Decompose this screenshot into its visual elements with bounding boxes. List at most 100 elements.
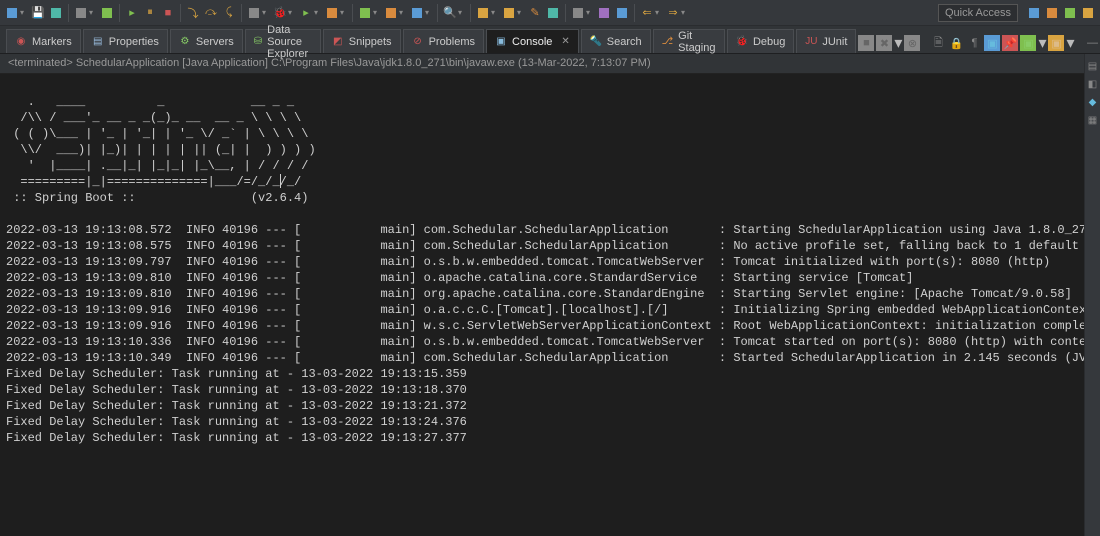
perspective-java-icon[interactable] xyxy=(1044,5,1060,21)
dropdown-icon[interactable]: ▾ xyxy=(458,8,466,17)
dropdown-icon[interactable]: ▾ xyxy=(1066,33,1074,53)
dropdown-icon[interactable]: ▾ xyxy=(314,8,322,17)
toggle-icon[interactable] xyxy=(73,5,89,21)
console-toolbar: ■ ✖▾ ⊗ 🗎 🔒 ¶ ▣ 📌 ▣▾ ▣▾ — ▢ xyxy=(858,33,1100,53)
save-icon[interactable]: 💾 xyxy=(30,5,46,21)
new-class-icon[interactable] xyxy=(357,5,373,21)
build-icon[interactable] xyxy=(99,5,115,21)
tab-debug[interactable]: 🐞 Debug xyxy=(727,29,794,53)
save-all-icon[interactable] xyxy=(48,5,64,21)
outline-icon[interactable]: ▤ xyxy=(1087,60,1099,72)
tab-label: Problems xyxy=(429,36,475,48)
external-tools-icon[interactable] xyxy=(324,5,340,21)
dropdown-icon[interactable]: ▾ xyxy=(288,8,296,17)
folder2-icon[interactable] xyxy=(501,5,517,21)
dropdown-icon[interactable]: ▾ xyxy=(340,8,348,17)
junit-icon: JU xyxy=(805,36,817,48)
debug-launch-icon[interactable]: 🐞 xyxy=(272,5,288,21)
tab-label: Data Source Explorer xyxy=(267,24,312,60)
suspend-icon[interactable]: ⏸ xyxy=(142,5,158,21)
dropdown-icon[interactable]: ▾ xyxy=(1038,33,1046,53)
pin-icon[interactable] xyxy=(596,5,612,21)
dropdown-icon[interactable]: ▾ xyxy=(681,8,689,17)
new-icon[interactable] xyxy=(4,5,20,21)
tab-problems[interactable]: ⊘Problems xyxy=(403,29,484,53)
step-over-icon[interactable]: ⤼ xyxy=(203,5,219,21)
right-trim: ▤ ◧ ◆ ▦ xyxy=(1084,54,1100,536)
servers-icon: ⚙ xyxy=(179,36,191,48)
run-launch-icon[interactable]: ▸ xyxy=(298,5,314,21)
dropdown-icon[interactable]: ▾ xyxy=(586,8,594,17)
tab-properties[interactable]: ▤ Properties xyxy=(83,29,168,53)
tab-label: JUnit xyxy=(822,36,847,48)
dropdown-icon[interactable]: ▾ xyxy=(517,8,525,17)
properties-icon: ▤ xyxy=(92,36,104,48)
step-return-icon[interactable]: ⤹ xyxy=(221,5,237,21)
tab-console[interactable]: ▣Console✕ xyxy=(486,29,579,53)
dropdown-icon[interactable]: ▾ xyxy=(399,8,407,17)
view-tabstrip: ◉ Markers ▤ Properties ⚙Servers ⛁Data Sour… xyxy=(0,26,1100,54)
tab-servers[interactable]: ⚙Servers xyxy=(170,29,243,53)
folder-icon[interactable] xyxy=(475,5,491,21)
debug-icon: 🐞 xyxy=(736,36,748,48)
word-wrap-icon[interactable]: ¶ xyxy=(966,35,982,51)
search-toolbar-icon[interactable]: 🔍 xyxy=(442,5,458,21)
resume-icon[interactable]: ▸ xyxy=(124,5,140,21)
new-package-icon[interactable] xyxy=(383,5,399,21)
tab-search[interactable]: 🔦Search xyxy=(581,29,651,53)
perspective-jee-icon[interactable] xyxy=(1026,5,1042,21)
perspective-debug-icon[interactable] xyxy=(1062,5,1078,21)
refresh-icon[interactable] xyxy=(545,5,561,21)
close-icon[interactable]: ✕ xyxy=(561,36,569,47)
console-output[interactable]: . ____ _ __ _ _ /\\ / ___'_ __ _ _(_)_ _… xyxy=(0,74,1100,536)
text-cursor xyxy=(280,174,281,188)
dropdown-icon[interactable]: ▾ xyxy=(655,8,663,17)
tab-label: Properties xyxy=(109,36,159,48)
tab-datasource[interactable]: ⛁Data Source Explorer xyxy=(245,29,321,53)
dropdown-icon[interactable]: ▾ xyxy=(262,8,270,17)
minimize-icon[interactable]: — xyxy=(1085,35,1100,51)
remove-all-icon[interactable]: ⊗ xyxy=(904,35,920,51)
tab-label: Markers xyxy=(32,36,72,48)
dropdown-icon[interactable]: ▾ xyxy=(894,33,902,53)
remove-launch-icon[interactable]: ✖ xyxy=(876,35,892,51)
dropdown-icon[interactable]: ▾ xyxy=(491,8,499,17)
show-console-icon[interactable]: ▣ xyxy=(984,35,1000,51)
display-selected-icon[interactable]: ▣ xyxy=(1020,35,1036,51)
dropdown-icon[interactable]: ▾ xyxy=(373,8,381,17)
markers-icon: ◉ xyxy=(15,36,27,48)
bookmark-icon[interactable]: ◆ xyxy=(1087,96,1099,108)
search-icon: 🔦 xyxy=(590,36,602,48)
server-icon[interactable] xyxy=(246,5,262,21)
link-icon[interactable] xyxy=(570,5,586,21)
forward-icon[interactable]: ⇒ xyxy=(665,5,681,21)
step-into-icon[interactable]: ⤵ xyxy=(185,5,201,21)
terminate-icon[interactable]: ■ xyxy=(160,5,176,21)
snippets-icon: ◩ xyxy=(332,36,344,48)
tab-markers[interactable]: ◉ Markers xyxy=(6,29,81,53)
tab-label: Snippets xyxy=(349,36,392,48)
main-toolbar: ▾ 💾 ▾ ▸ ⏸ ■ ⤵ ⤼ ⤹ ▾ 🐞▾ ▸▾ ▾ ▾ ▾ ▾ 🔍▾ ▾ ▾… xyxy=(0,0,1100,26)
filter-icon[interactable] xyxy=(614,5,630,21)
datasource-icon: ⛁ xyxy=(254,36,262,48)
dropdown-icon[interactable]: ▾ xyxy=(20,8,28,17)
quick-access-field[interactable]: Quick Access xyxy=(938,4,1018,22)
open-type-icon[interactable] xyxy=(409,5,425,21)
pin-console-icon[interactable]: 📌 xyxy=(1002,35,1018,51)
tab-label: Console xyxy=(512,36,552,48)
tab-snippets[interactable]: ◩ Snippets xyxy=(323,29,401,53)
clear-console-icon[interactable]: 🗎 xyxy=(930,35,946,51)
task-icon[interactable]: ◧ xyxy=(1087,78,1099,90)
tab-git-staging[interactable]: ⎇Git Staging xyxy=(653,29,725,53)
tab-junit[interactable]: JU JUnit xyxy=(796,29,856,53)
scroll-lock-icon[interactable]: 🔒 xyxy=(948,35,964,51)
perspective-git-icon[interactable] xyxy=(1080,5,1096,21)
dropdown-icon[interactable]: ▾ xyxy=(89,8,97,17)
tab-label: Debug xyxy=(753,36,785,48)
minimap-icon[interactable]: ▦ xyxy=(1087,114,1099,126)
dropdown-icon[interactable]: ▾ xyxy=(425,8,433,17)
back-icon[interactable]: ⇐ xyxy=(639,5,655,21)
edit-icon[interactable]: ✎ xyxy=(527,5,543,21)
terminate-console-icon[interactable]: ■ xyxy=(858,35,874,51)
open-console-icon[interactable]: ▣ xyxy=(1048,35,1064,51)
